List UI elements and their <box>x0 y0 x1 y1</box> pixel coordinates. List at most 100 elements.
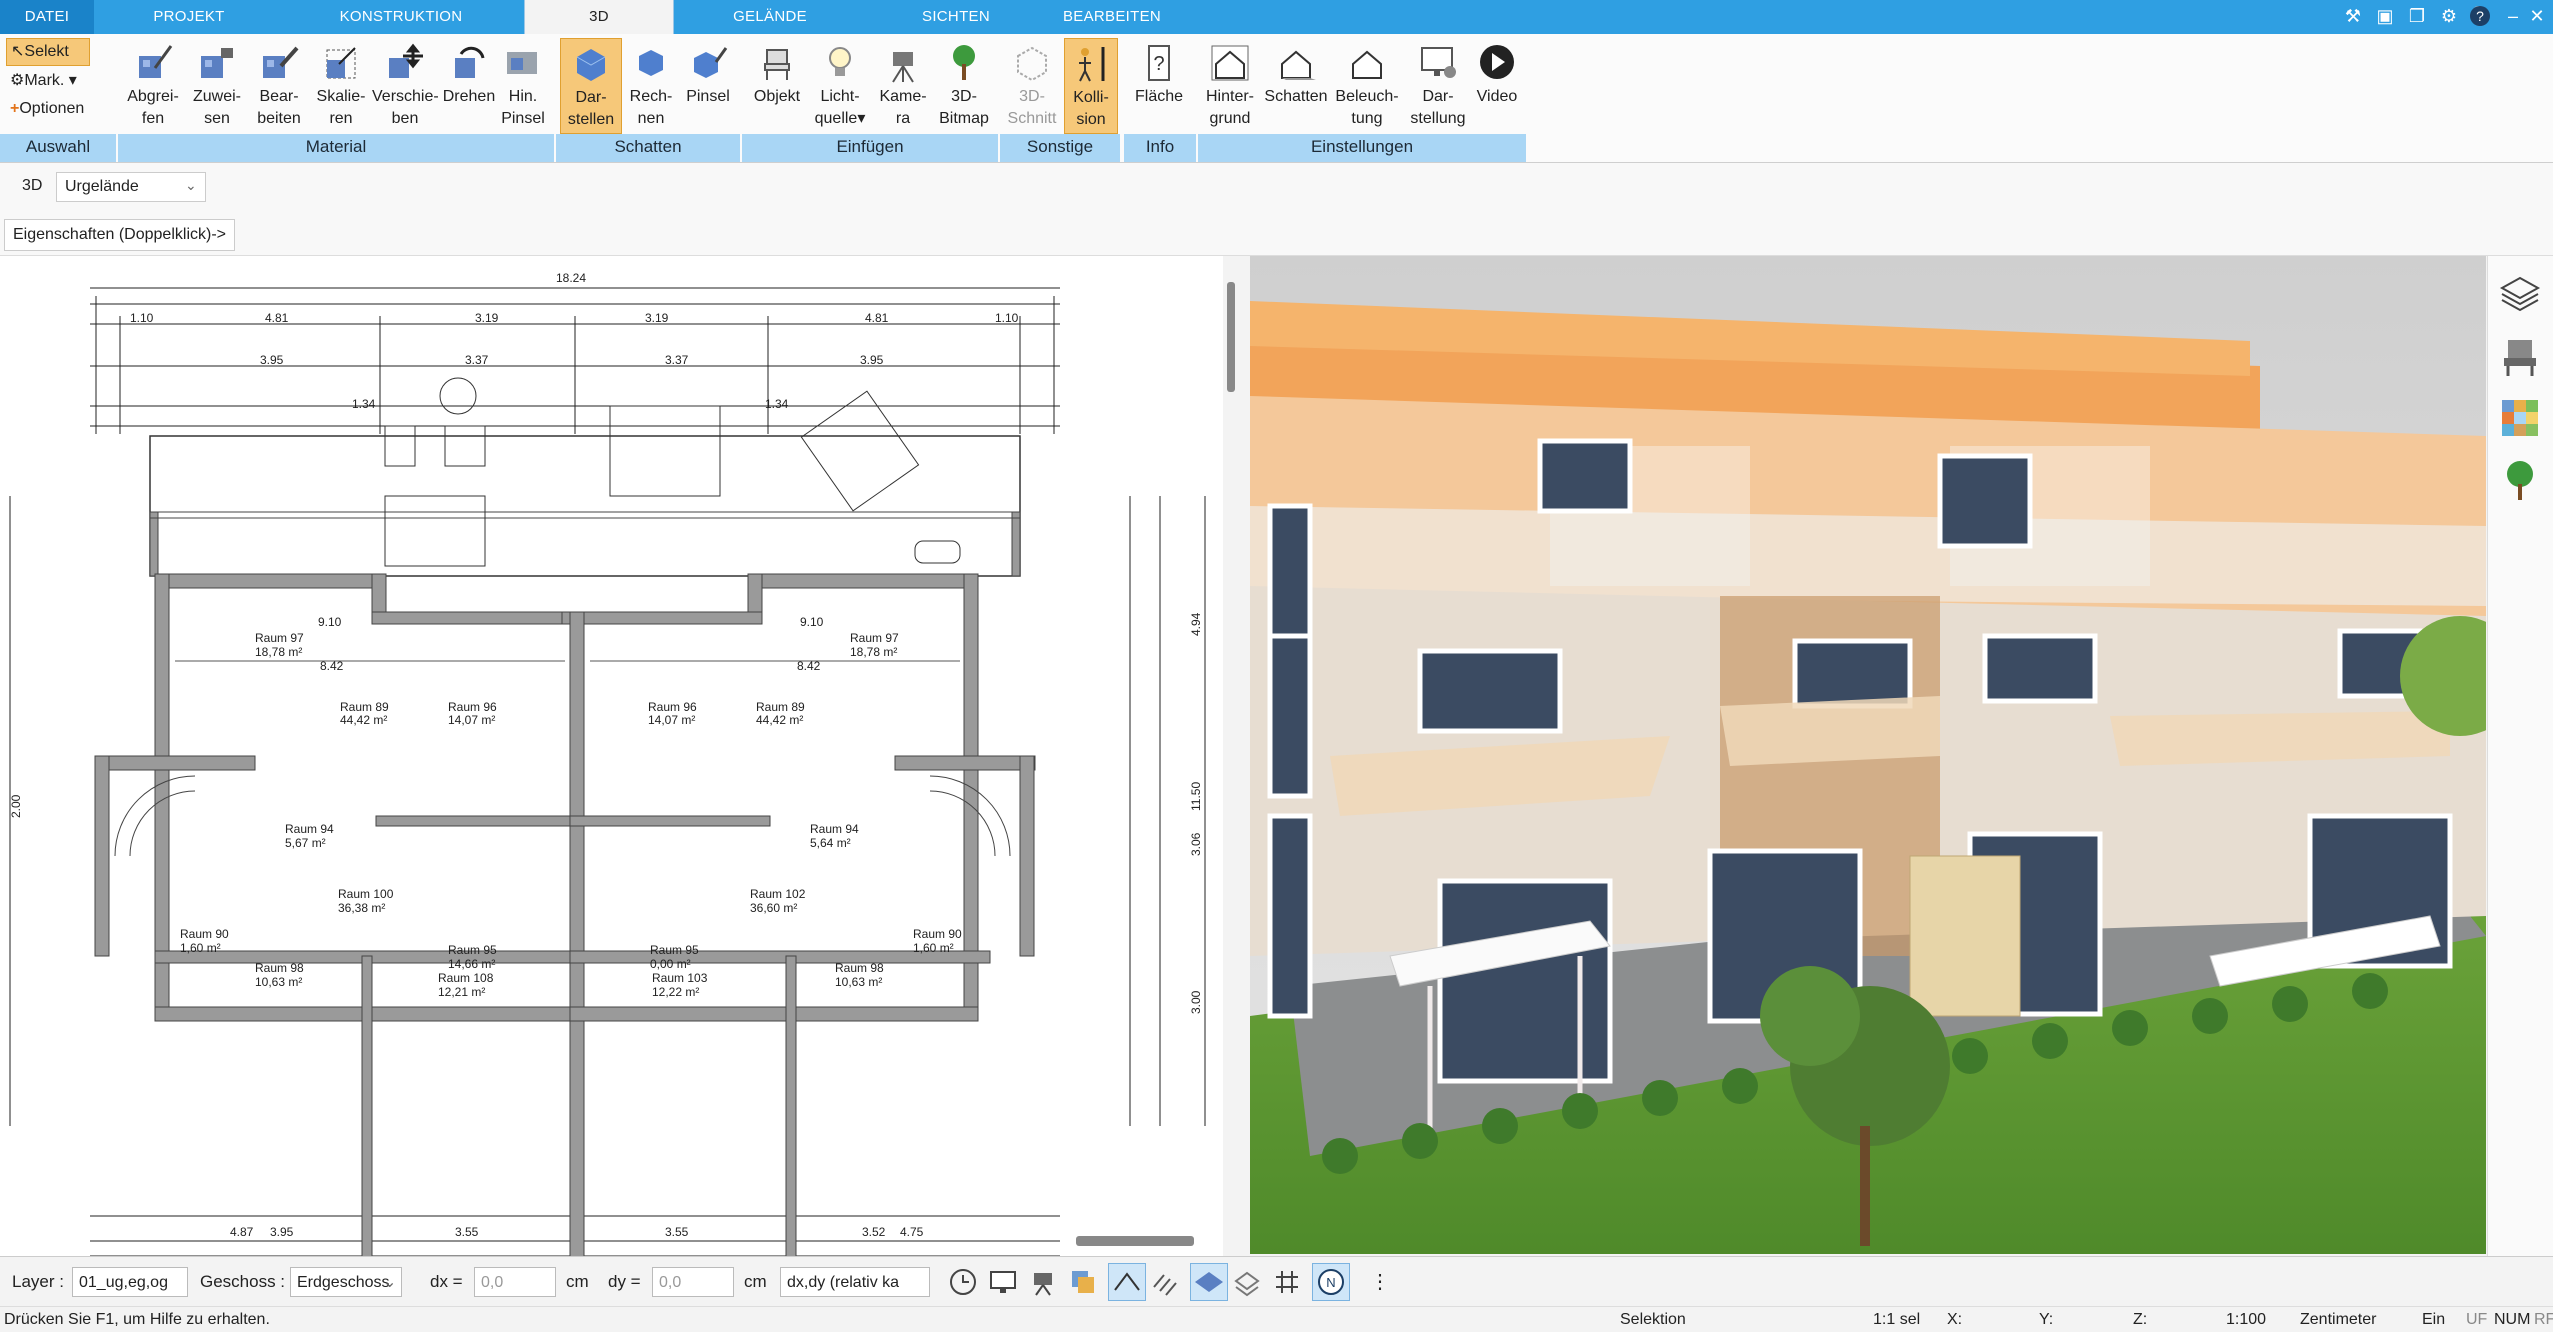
north-icon[interactable]: N <box>1312 1263 1350 1301</box>
tree-icon[interactable] <box>2498 458 2542 502</box>
3d-render <box>1250 256 2486 1254</box>
dim-395-bottom: 3.95 <box>270 1225 294 1239</box>
window-icon[interactable]: ▣ <box>2372 3 2398 29</box>
play-icon <box>1480 45 1514 79</box>
floor-plan-view[interactable]: 18.24 4.81 3.19 3.19 4.81 3.95 3.37 3.37… <box>0 256 1250 1332</box>
dx-input[interactable]: 0,0 <box>474 1267 556 1297</box>
group-schatten-label: Schatten <box>556 134 740 162</box>
group-einfuegen-label: Einfügen <box>742 134 998 162</box>
dx-unit: cm <box>566 1272 589 1291</box>
house-background-icon <box>1211 45 1249 81</box>
material-palette-icon[interactable] <box>2498 396 2542 440</box>
verschieben-button[interactable]: Verschie-ben <box>372 38 439 132</box>
hintergrund-button[interactable]: Hinter-grund <box>1200 38 1260 132</box>
properties-button[interactable]: Eigenschaften (Doppelklick)-> <box>4 219 235 251</box>
kamera-button[interactable]: Kame-ra <box>872 38 934 132</box>
layers-copy-icon[interactable] <box>1068 1267 1098 1297</box>
camera-icon[interactable] <box>1028 1267 1058 1297</box>
eyedropper-icon <box>139 45 173 78</box>
3d-view[interactable] <box>1250 256 2486 1254</box>
plan-vertical-scrollbar[interactable] <box>1223 256 1250 1256</box>
room-label: Raum 89 <box>756 700 805 714</box>
tab-datei[interactable]: DATEI <box>0 0 94 34</box>
zuweisen-button[interactable]: Zuwei-sen <box>186 38 248 132</box>
floor-plan-drawing: 18.24 4.81 3.19 3.19 4.81 3.95 3.37 3.37… <box>9 271 1206 1332</box>
dy-unit: cm <box>744 1272 767 1291</box>
kollision-button[interactable]: Kolli-sion <box>1064 38 1118 134</box>
plan-horizontal-scrollbar-thumb[interactable] <box>1076 1236 1194 1246</box>
skalieren-button[interactable]: Skalie-ren <box>310 38 372 132</box>
grid-icon[interactable] <box>1272 1267 1302 1297</box>
dim-134-left: 1.34 <box>352 397 376 411</box>
select-button[interactable]: ↖Selekt <box>6 38 90 66</box>
dim-337-left: 3.37 <box>465 353 489 367</box>
tab-konstruktion[interactable]: KONSTRUKTION <box>318 0 484 34</box>
minimize-icon[interactable]: – <box>2500 3 2526 29</box>
tab-bearbeiten[interactable]: BEARBEITEN <box>1050 0 1174 34</box>
dim-475: 4.75 <box>900 1225 924 1239</box>
darstellung-button[interactable]: Dar-stellung <box>1402 38 1474 132</box>
more-options-icon[interactable]: ⋮ <box>1370 1269 1390 1295</box>
status-ein: Ein <box>2422 1311 2446 1328</box>
options-button[interactable]: +Optionen <box>6 96 114 122</box>
rechnen-button[interactable]: Rech-nen <box>622 38 680 132</box>
objekt-button[interactable]: Objekt <box>746 38 808 132</box>
close-icon[interactable]: ✕ <box>2524 3 2550 29</box>
dy-input[interactable]: 0,0 <box>652 1267 734 1297</box>
brush-icon <box>507 52 537 74</box>
tab-gelaende[interactable]: GELÄNDE <box>712 0 828 34</box>
abgreifen-button[interactable]: Abgrei-fen <box>120 38 186 132</box>
clock-icon[interactable] <box>948 1267 978 1297</box>
room-label: Raum 90 <box>913 927 962 941</box>
room-area: 5,67 m² <box>285 836 326 850</box>
snap-angle-icon[interactable] <box>1108 1263 1146 1301</box>
camera-icon <box>892 52 914 83</box>
chair-icon[interactable] <box>2498 334 2542 378</box>
geschoss-select[interactable]: Erdgeschoss ⌄ <box>290 1267 402 1297</box>
tab-sichten[interactable]: SICHTEN <box>894 0 1018 34</box>
dim-910-right: 9.10 <box>800 615 824 629</box>
video-button[interactable]: Video <box>1474 38 1520 132</box>
coordinate-mode-select[interactable]: dx,dy (relativ ka <box>780 1267 930 1297</box>
room-label: Raum 98 <box>255 961 304 975</box>
scrollbar-thumb[interactable] <box>1227 282 1235 392</box>
flaeche-button[interactable]: ? Fläche <box>1126 38 1192 132</box>
snap-layers-icon[interactable] <box>1232 1267 1262 1297</box>
bearbeiten-button[interactable]: Bear-beiten <box>248 38 310 132</box>
tab-3d[interactable]: 3D <box>524 0 674 34</box>
einstellungen-schatten-button[interactable]: Schatten <box>1260 38 1332 132</box>
dim-842-right: 8.42 <box>797 659 821 673</box>
layer-select[interactable]: 01_ug,eg,og <box>72 1267 188 1297</box>
terrain-select[interactable]: Urgelände ⌄ <box>56 172 206 202</box>
drehen-button[interactable]: Drehen <box>438 38 500 132</box>
mark-button[interactable]: ⚙Mark. ▾ <box>6 68 96 94</box>
schatten-pinsel-button[interactable]: Pinsel <box>680 38 736 132</box>
room-area: 36,38 m² <box>338 901 385 915</box>
area-question-icon: ? <box>1148 45 1170 81</box>
dim-355-left: 3.55 <box>455 1225 479 1239</box>
snap-plane-icon[interactable] <box>1190 1263 1228 1301</box>
tab-projekt[interactable]: PROJEKT <box>124 0 254 34</box>
snap-lines-icon[interactable] <box>1150 1267 1180 1297</box>
schnitt-3d-button[interactable]: 3D- Schnitt <box>1002 38 1062 132</box>
monitor-icon[interactable] <box>988 1267 1018 1297</box>
room-label: Raum 103 <box>652 971 708 985</box>
room-label: Raum 96 <box>448 700 497 714</box>
beleuchtung-button[interactable]: Beleuch-tung <box>1332 38 1402 132</box>
plus-icon: + <box>10 100 20 117</box>
svg-text:?: ? <box>2476 8 2484 24</box>
settings-icon[interactable]: ⚙ <box>2436 3 2462 29</box>
lichtquelle-button[interactable]: Licht-quelle▾ <box>808 38 872 132</box>
darstellen-button[interactable]: Dar-stellen <box>560 38 622 134</box>
status-mode: Selektion <box>1620 1311 1686 1328</box>
right-tool-bar <box>2487 256 2553 1256</box>
layers-icon[interactable] <box>2498 272 2542 316</box>
bitmap-3d-button[interactable]: 3D- Bitmap <box>934 38 994 132</box>
house-light-icon <box>1352 50 1382 79</box>
hin-pinsel-button[interactable]: Hin. Pinsel <box>500 38 546 132</box>
tools-icon[interactable]: ⚒ <box>2340 3 2366 29</box>
help-circle-icon[interactable]: ? <box>2466 3 2494 29</box>
room-label: Raum 90 <box>180 927 229 941</box>
window-stack-icon[interactable]: ❐ <box>2404 3 2430 29</box>
status-sel: 1:1 sel <box>1873 1311 1921 1328</box>
